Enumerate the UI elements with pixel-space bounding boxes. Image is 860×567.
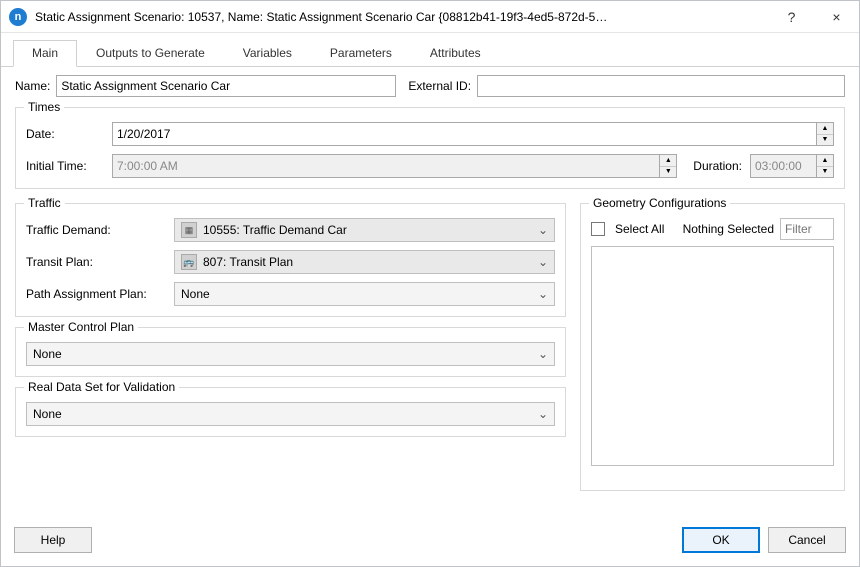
real-data-select[interactable]: None ⌄: [26, 402, 555, 426]
close-button[interactable]: ×: [814, 1, 859, 32]
titlebar: n Static Assignment Scenario: 10537, Nam…: [1, 1, 859, 33]
help-titlebar-button[interactable]: ?: [769, 1, 814, 32]
path-assignment-label: Path Assignment Plan:: [26, 287, 166, 301]
initial-time-stepper[interactable]: ▲▼: [659, 154, 677, 178]
path-assignment-value: None: [181, 287, 532, 301]
geometry-status: Nothing Selected: [670, 222, 774, 236]
times-group: Times Date: ▲▼ Initial Time: ▲▼ Duration…: [15, 107, 845, 189]
real-data-value: None: [33, 407, 532, 421]
chevron-down-icon: ⌄: [538, 407, 548, 421]
select-all-label: Select All: [615, 222, 664, 236]
master-control-value: None: [33, 347, 532, 361]
times-group-title: Times: [24, 100, 64, 114]
transit-plan-select[interactable]: 🚌 807: Transit Plan ⌄: [174, 250, 555, 274]
date-stepper[interactable]: ▲▼: [816, 122, 834, 146]
master-control-group: Master Control Plan None ⌄: [15, 327, 566, 377]
duration-label: Duration:: [693, 159, 742, 173]
name-input[interactable]: [56, 75, 396, 97]
chevron-down-icon: ⌄: [538, 347, 548, 361]
traffic-demand-select[interactable]: ▦ 10555: Traffic Demand Car ⌄: [174, 218, 555, 242]
tab-attributes[interactable]: Attributes: [411, 40, 500, 67]
name-label: Name:: [15, 79, 50, 93]
tab-parameters[interactable]: Parameters: [311, 40, 411, 67]
geometry-group-title: Geometry Configurations: [589, 196, 730, 210]
tab-main[interactable]: Main: [13, 40, 77, 67]
initial-time-label: Initial Time:: [26, 159, 104, 173]
path-assignment-select[interactable]: None ⌄: [174, 282, 555, 306]
geometry-group: Geometry Configurations Select All Nothi…: [580, 203, 845, 491]
tab-outputs[interactable]: Outputs to Generate: [77, 40, 224, 67]
external-id-label: External ID:: [408, 79, 471, 93]
ok-button[interactable]: OK: [682, 527, 760, 553]
date-input[interactable]: [112, 122, 816, 146]
tab-variables[interactable]: Variables: [224, 40, 311, 67]
traffic-demand-value: 10555: Traffic Demand Car: [203, 223, 532, 237]
traffic-group: Traffic Traffic Demand: ▦ 10555: Traffic…: [15, 203, 566, 317]
geometry-filter-input[interactable]: [780, 218, 834, 240]
grid-icon: ▦: [181, 222, 197, 238]
transit-plan-value: 807: Transit Plan: [203, 255, 532, 269]
initial-time-input[interactable]: [112, 154, 659, 178]
traffic-demand-label: Traffic Demand:: [26, 223, 166, 237]
chevron-down-icon: ⌄: [538, 255, 548, 269]
bus-icon: 🚌: [181, 254, 197, 270]
app-icon: n: [9, 8, 27, 26]
select-all-checkbox[interactable]: [591, 222, 605, 236]
traffic-group-title: Traffic: [24, 196, 65, 210]
external-id-input[interactable]: [477, 75, 845, 97]
geometry-list[interactable]: [591, 246, 834, 466]
tab-bar: Main Outputs to Generate Variables Param…: [1, 33, 859, 67]
master-control-group-title: Master Control Plan: [24, 320, 138, 334]
transit-plan-label: Transit Plan:: [26, 255, 166, 269]
master-control-select[interactable]: None ⌄: [26, 342, 555, 366]
duration-stepper[interactable]: ▲▼: [816, 154, 834, 178]
real-data-group-title: Real Data Set for Validation: [24, 380, 179, 394]
help-button[interactable]: Help: [14, 527, 92, 553]
footer: Help OK Cancel: [0, 517, 860, 567]
date-label: Date:: [26, 127, 104, 141]
chevron-down-icon: ⌄: [538, 287, 548, 301]
window-title: Static Assignment Scenario: 10537, Name:…: [35, 10, 769, 24]
cancel-button[interactable]: Cancel: [768, 527, 846, 553]
real-data-group: Real Data Set for Validation None ⌄: [15, 387, 566, 437]
duration-input[interactable]: [750, 154, 816, 178]
chevron-down-icon: ⌄: [538, 223, 548, 237]
